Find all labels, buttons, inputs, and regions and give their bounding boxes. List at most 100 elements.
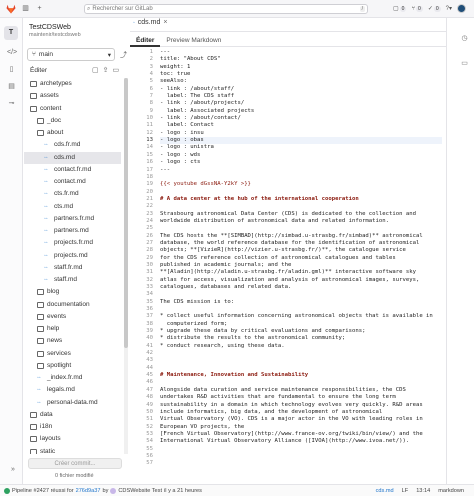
code-line[interactable]: computerized form; [160,321,442,328]
code-line[interactable]: Alongside data curation and service main… [160,387,442,394]
code-line[interactable] [160,203,442,210]
tree-folder[interactable]: events [24,311,121,323]
code-line[interactable]: # Maintenance, Innovation and Sustainabi… [160,372,442,379]
code-line[interactable] [160,365,442,372]
code-line[interactable]: undertakes R&D activities that are funda… [160,394,442,401]
tree-folder[interactable]: services [24,348,121,360]
commit-icon[interactable]: ⊸ [7,99,16,108]
sidebar-toggle-icon[interactable]: ▥ [21,4,30,13]
code-line[interactable]: --- [160,49,442,56]
code-line[interactable]: label: Associated projects [160,108,442,115]
code-line[interactable]: include informatics, big data, and the d… [160,409,442,416]
code-line[interactable]: International Virtual Observatory Allian… [160,438,442,445]
gitlab-logo-icon[interactable] [6,4,16,14]
code-line[interactable]: - logo : insu [160,130,442,137]
upload-icon[interactable]: ⇪ [103,66,109,74]
tree-folder[interactable]: spotlight [24,360,121,372]
tree-file[interactable]: ◦◦ cts.fr.md [24,188,121,200]
tree-folder[interactable]: about [24,127,121,139]
code-line[interactable] [160,350,442,357]
code-line[interactable]: - link : /about/projects/ [160,100,442,107]
code-line[interactable]: label: Contact [160,122,442,129]
create-new-icon[interactable]: + [35,4,44,13]
avatar[interactable] [457,4,466,13]
code-line[interactable]: --- [160,167,442,174]
tree-file[interactable]: ◦◦ cds.md [24,151,121,164]
tree-folder[interactable]: archetypes [24,78,121,90]
tree-file[interactable]: ◦◦ contact.fr.md [24,164,121,176]
code-line[interactable]: The CDS mission is to: [160,299,442,306]
tree-scrollbar[interactable] [124,78,128,454]
file-icon[interactable]: ▯ [7,65,16,74]
code-line[interactable]: Strasbourg astronomical Data Center (CDS… [160,211,442,218]
code-line[interactable]: European VO projects, the [160,424,442,431]
commit-link[interactable]: 276d9a37 [76,488,101,494]
create-commit-button[interactable]: Créer commit... [28,458,122,469]
code-line[interactable] [160,174,442,181]
code-line[interactable]: {{< youtube dGssNA-Y2kY >}} [160,181,442,188]
tree-file[interactable]: ◦◦ cds.fr.md [24,139,121,151]
tree-folder[interactable]: _doc [24,115,121,127]
code-line[interactable] [160,357,442,364]
code-editor[interactable]: --- title: "About CDS" weight: 1 toc: true s… [160,49,442,466]
project-avatar[interactable]: T [4,26,18,40]
pipelines-icon[interactable]: ◷ [460,34,469,43]
todo-icon[interactable]: ✓ 0 [428,5,441,12]
code-icon[interactable]: </> [7,48,17,57]
tree-folder[interactable]: assets [24,90,121,102]
project-header[interactable]: TestCDSWeb maintenir/testcdsweb [29,24,81,38]
code-line[interactable]: seeAlso: [160,78,442,85]
code-line[interactable]: sustainability in a domain in which tech… [160,402,442,409]
code-line[interactable] [160,225,442,232]
tree-folder[interactable]: data [24,409,121,421]
code-line[interactable]: - logo : obas [160,137,442,145]
code-line[interactable] [160,460,442,466]
code-line[interactable]: **[Aladin](http://aladin.u-strasbg.fr/al… [160,269,442,276]
help-icon[interactable]: ?▾ [446,5,452,12]
issues-icon[interactable]: ▢ 0 [393,5,407,12]
code-line[interactable]: database, the world reference database f… [160,240,442,247]
tree-folder[interactable]: blog [24,286,121,298]
tree-folder[interactable]: help [24,323,121,335]
status-file[interactable]: cds.md [376,488,394,494]
code-line[interactable] [160,291,442,298]
code-line[interactable]: * upgrade these data by critical evaluat… [160,328,442,335]
code-line[interactable] [160,189,442,196]
code-line[interactable]: title: "About CDS" [160,56,442,63]
code-line[interactable]: toc: true [160,71,442,78]
tree-folder[interactable]: documentation [24,299,121,311]
tree-file[interactable]: ◦◦ staff.fr.md [24,262,121,274]
tree-folder[interactable]: layouts [24,433,121,445]
code-line[interactable]: * conduct research, using these data. [160,343,442,350]
tree-file[interactable]: ◦◦ projects.md [24,250,121,262]
code-line[interactable]: objects; **[VizieR](http://vizier.u-stra… [160,247,442,254]
tree-folder[interactable]: content [24,103,121,115]
tree-folder[interactable]: static [24,446,121,454]
review-icon[interactable]: ▤ [7,82,16,91]
tree-file[interactable]: ◦◦ legals.md [24,384,121,396]
tab-edit[interactable]: Éditer [130,34,161,47]
code-line[interactable]: * distribute the results to the astronom… [160,335,442,342]
code-line[interactable]: - logo : unistra [160,144,442,151]
code-line[interactable]: - logo : cts [160,159,442,166]
tab-preview[interactable]: Preview Markdown [160,34,227,47]
tree-file[interactable]: ◦◦ partners.fr.md [24,213,121,225]
code-line[interactable]: Virtual Observatory (VO). CDS is a major… [160,416,442,423]
code-line[interactable]: label: The CDS staff [160,93,442,100]
new-file-icon[interactable]: ▢ [92,66,99,74]
branch-dropdown[interactable]: ⑂ main ▾ [27,48,115,61]
scrollbar-thumb[interactable] [124,78,128,348]
code-line[interactable]: catalogues, databases and related data. [160,284,442,291]
merge-requests-icon[interactable]: ⑂ 0 [411,5,423,12]
tree-file[interactable]: ◦◦ cts.md [24,201,121,213]
code-line[interactable]: [French Virtual Observatory](http://www.… [160,431,442,438]
tree-file[interactable]: ◦◦ _index.fr.md [24,372,121,384]
file-tab[interactable]: ◦ cds.md × [133,19,167,26]
code-line[interactable] [160,306,442,313]
code-line[interactable]: weight: 1 [160,64,442,71]
code-line[interactable]: - link : /about/staff/ [160,86,442,93]
code-line[interactable]: The CDS hosts the **[SIMBAD](http://simb… [160,233,442,240]
tree-file[interactable]: ◦◦ projects.fr.md [24,237,121,249]
code-line[interactable]: atlas for access, visualization and anal… [160,277,442,284]
merge-request-icon[interactable]: ⤴ [120,50,127,60]
